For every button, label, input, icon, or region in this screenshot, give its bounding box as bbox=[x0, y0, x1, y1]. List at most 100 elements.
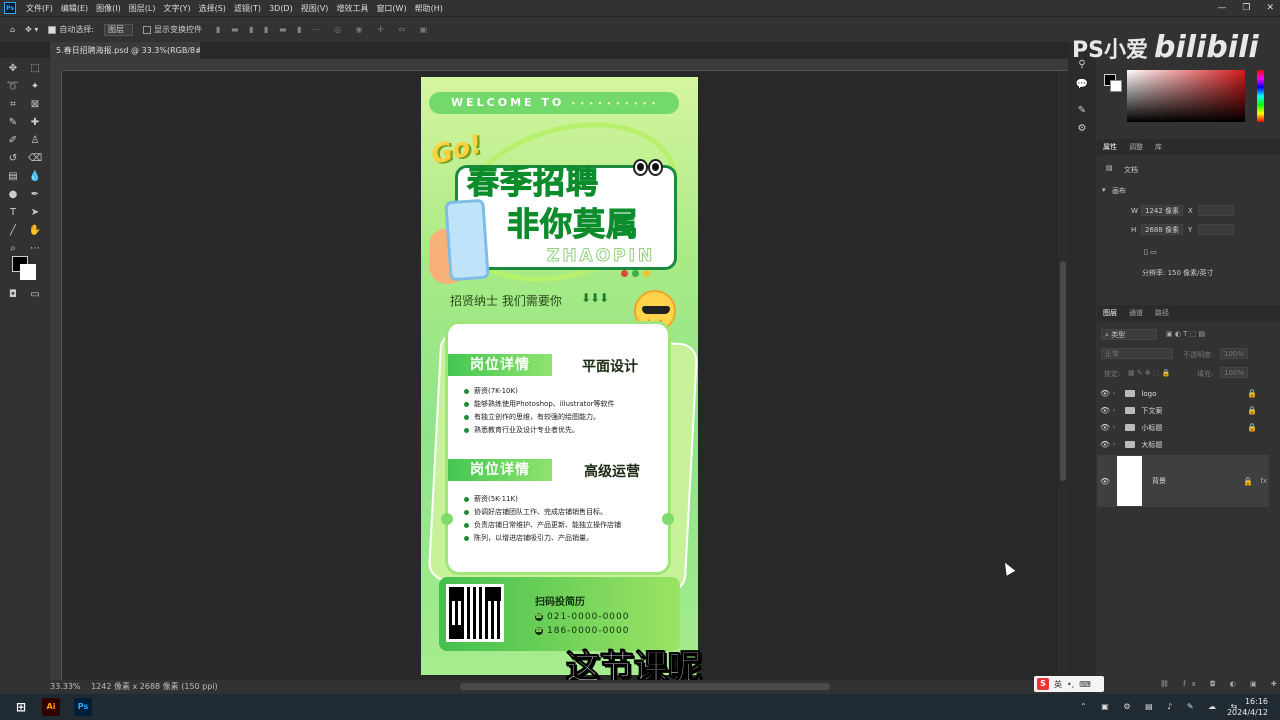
illustrator-app-icon[interactable]: Ai bbox=[42, 698, 60, 716]
menu-window[interactable]: 窗口(W) bbox=[372, 3, 410, 14]
menu-view[interactable]: 视图(V) bbox=[297, 3, 333, 14]
quick-mask-icon[interactable]: ◘ bbox=[6, 288, 20, 302]
hand-tool-icon[interactable]: ✋ bbox=[28, 224, 42, 238]
windows-start-icon[interactable]: ⊞ bbox=[12, 698, 30, 716]
maximize-icon[interactable]: ❐ bbox=[1242, 3, 1250, 13]
layer-row[interactable]: 👁 › logo 🔒 bbox=[1097, 385, 1269, 402]
fill-field[interactable]: 100% bbox=[1220, 367, 1248, 378]
menu-filter[interactable]: 滤镜(T) bbox=[230, 3, 265, 14]
adjust-panel-icon[interactable]: ⚙ bbox=[1075, 122, 1089, 136]
dodge-tool-icon[interactable]: ● bbox=[6, 188, 20, 202]
menu-plugins[interactable]: 增效工具 bbox=[332, 3, 372, 14]
width-field[interactable]: 1242 像素 bbox=[1141, 205, 1183, 216]
x-field[interactable] bbox=[1198, 205, 1234, 216]
lasso-tool-icon[interactable]: ➰ bbox=[6, 80, 20, 94]
tab-properties[interactable]: 属性 bbox=[1097, 142, 1123, 152]
blur-tool-icon[interactable]: 💧 bbox=[28, 170, 42, 184]
layer-filter-dropdown[interactable]: ⌕ 类型 bbox=[1101, 329, 1157, 340]
magic-wand-tool-icon[interactable]: ✦ bbox=[28, 80, 42, 94]
photoshop-app-icon[interactable]: Ps bbox=[74, 698, 92, 716]
zoom-level[interactable]: 33.33% bbox=[50, 682, 81, 691]
menu-image[interactable]: 图像(I) bbox=[92, 3, 125, 14]
vertical-ruler[interactable] bbox=[50, 71, 62, 680]
line-tool-icon[interactable]: ╱ bbox=[6, 224, 20, 238]
zoom-tool-icon[interactable]: ⌕ bbox=[6, 242, 20, 256]
pen-tool-icon[interactable]: ✒ bbox=[28, 188, 42, 202]
layer-filter-icons[interactable]: ▣ ◐ T ⬚ ▤ bbox=[1166, 330, 1205, 338]
system-clock[interactable]: 16:16 2024/4/12 bbox=[1227, 696, 1268, 718]
menu-select[interactable]: 选择(S) bbox=[195, 3, 230, 14]
keyboard-icon[interactable]: ⌨ bbox=[1079, 680, 1091, 689]
minimize-icon[interactable]: — bbox=[1217, 3, 1226, 13]
menu-3d[interactable]: 3D(D) bbox=[265, 4, 297, 13]
ime-language[interactable]: 英 bbox=[1054, 679, 1062, 690]
move-tool-icon[interactable]: ✥ bbox=[6, 62, 20, 76]
close-icon[interactable]: ✕ bbox=[1266, 3, 1274, 13]
hue-slider[interactable] bbox=[1257, 70, 1264, 122]
background-color-swatch[interactable] bbox=[20, 264, 36, 280]
color-panel-background-swatch[interactable] bbox=[1110, 80, 1122, 92]
scrollbar-thumb[interactable] bbox=[1060, 261, 1066, 481]
screen-mode-icon[interactable]: ▭ bbox=[28, 288, 42, 302]
horizontal-ruler[interactable] bbox=[62, 59, 1068, 71]
system-tray-icons[interactable]: ⌃ ▣ ⚙ ▤ ♪ ✎ ☁ ⇆ bbox=[1080, 702, 1243, 711]
horizontal-scrollbar[interactable] bbox=[460, 683, 830, 690]
ime-punct[interactable]: •, bbox=[1067, 680, 1074, 689]
show-transform-option[interactable]: 显示变换控件 bbox=[143, 24, 202, 35]
menu-layer[interactable]: 图层(L) bbox=[125, 3, 160, 14]
tab-libraries[interactable]: 库 bbox=[1149, 142, 1168, 152]
3d-mode-icons[interactable]: ◎ ◉ ✛ ⇔ ▣ bbox=[334, 25, 433, 34]
photoshop-logo-icon[interactable]: Ps bbox=[4, 2, 16, 14]
align-icons[interactable]: ▮ ▬ ▮ ▮ ▬ ▮ ⋯ bbox=[216, 25, 324, 34]
type-tool-icon[interactable]: T bbox=[6, 206, 20, 220]
eraser-tool-icon[interactable]: ⌫ bbox=[28, 152, 42, 166]
healing-brush-tool-icon[interactable]: ✚ bbox=[28, 116, 42, 130]
orientation-icons[interactable]: ▯ ▭ bbox=[1144, 248, 1157, 256]
visibility-eye-icon[interactable]: 👁 bbox=[1097, 477, 1113, 486]
auto-select-dropdown[interactable]: 图层 bbox=[104, 23, 134, 36]
eyedropper-tool-icon[interactable]: ✎ bbox=[6, 116, 20, 130]
vertical-scrollbar[interactable] bbox=[1058, 71, 1068, 680]
menu-type[interactable]: 文字(Y) bbox=[159, 3, 194, 14]
color-picker-field[interactable] bbox=[1127, 70, 1245, 122]
brush-tool-icon[interactable]: ✐ bbox=[6, 134, 20, 148]
auto-select-checkbox[interactable] bbox=[48, 25, 57, 34]
gradient-tool-icon[interactable]: ▤ bbox=[6, 170, 20, 184]
blend-mode-dropdown[interactable]: 正常 bbox=[1101, 348, 1173, 359]
height-field[interactable]: 2688 像素 bbox=[1141, 224, 1183, 235]
layer-row-background[interactable]: 👁 背景 🔒 fx bbox=[1097, 455, 1269, 507]
tab-paths[interactable]: 路径 bbox=[1149, 308, 1175, 318]
layer-row[interactable]: 👁 › 下文案 🔒 bbox=[1097, 402, 1269, 419]
y-field[interactable] bbox=[1198, 224, 1234, 235]
tab-channels[interactable]: 通道 bbox=[1123, 308, 1149, 318]
frame-tool-icon[interactable]: ⊠ bbox=[28, 98, 42, 112]
ime-toolbar[interactable]: S 英 •, ⌨ bbox=[1034, 676, 1104, 692]
comments-panel-icon[interactable]: 💬 bbox=[1075, 78, 1089, 92]
poster-canvas[interactable]: WELCOME TO • • • • • • • • • • Go! 春季招聘 … bbox=[421, 77, 698, 675]
tab-layers[interactable]: 图层 bbox=[1097, 308, 1123, 318]
visibility-eye-icon[interactable]: 👁 bbox=[1097, 389, 1113, 398]
visibility-eye-icon[interactable]: 👁 bbox=[1097, 406, 1113, 415]
layer-row[interactable]: 👁 › 小标题 🔒 bbox=[1097, 419, 1269, 436]
move-tool-preset-icon[interactable]: ✥ ▾ bbox=[25, 25, 38, 34]
more-tools-icon[interactable]: ⋯ bbox=[28, 242, 42, 256]
canvas-section-chevron-icon[interactable]: ▾ bbox=[1102, 186, 1106, 194]
menu-edit[interactable]: 编辑(E) bbox=[57, 3, 92, 14]
clone-stamp-tool-icon[interactable]: ♙ bbox=[28, 134, 42, 148]
crop-tool-icon[interactable]: ⌗ bbox=[6, 98, 20, 112]
path-selection-tool-icon[interactable]: ➤ bbox=[28, 206, 42, 220]
document-size-info[interactable]: 1242 像素 x 2688 像素 (150 ppi) bbox=[91, 682, 218, 691]
brush-panel-icon[interactable]: ✎ bbox=[1075, 104, 1089, 118]
opacity-field[interactable]: 100% bbox=[1220, 348, 1248, 359]
home-icon[interactable]: ⌂ bbox=[10, 25, 15, 34]
tab-adjustments[interactable]: 调整 bbox=[1123, 142, 1149, 152]
visibility-eye-icon[interactable]: 👁 bbox=[1097, 423, 1113, 432]
visibility-eye-icon[interactable]: 👁 bbox=[1097, 440, 1113, 449]
auto-select-option[interactable]: 自动选择: bbox=[48, 24, 94, 35]
layer-actions-icons[interactable]: ⛓ fx ◘ ◐ ▣ ✚ 🗑 bbox=[1160, 680, 1280, 688]
lock-icons[interactable]: ▦ ✎ ✥ ⬚ 🔒 bbox=[1128, 369, 1171, 377]
show-transform-checkbox[interactable] bbox=[143, 25, 152, 34]
menu-file[interactable]: 文件(F) bbox=[22, 3, 57, 14]
history-brush-tool-icon[interactable]: ↺ bbox=[6, 152, 20, 166]
menu-help[interactable]: 帮助(H) bbox=[411, 3, 447, 14]
